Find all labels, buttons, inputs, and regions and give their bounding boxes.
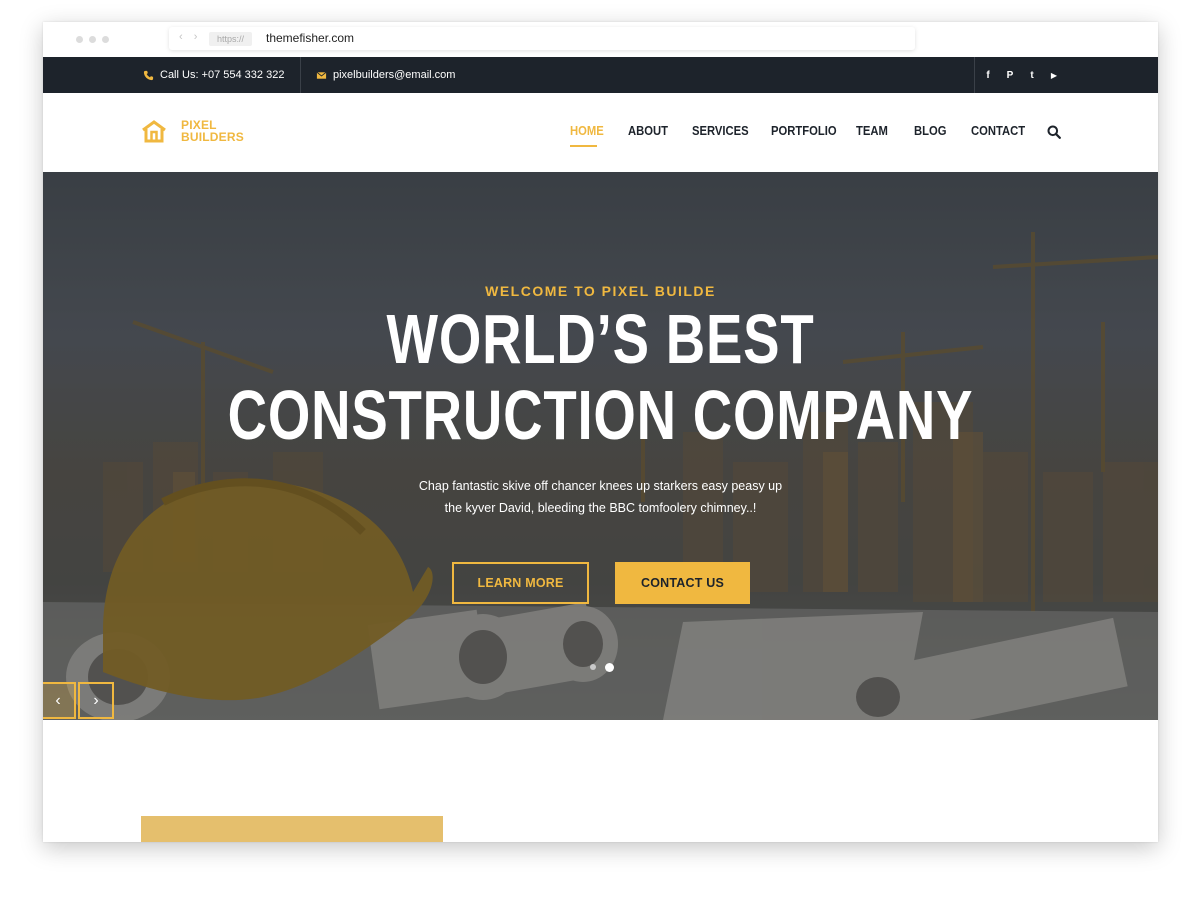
email-contact[interactable]: pixelbuilders@email.com (316, 57, 455, 93)
phone-contact[interactable]: Call Us: +07 554 332 322 (143, 57, 284, 93)
address-bar[interactable]: ‹ › https:// themefisher.com (169, 27, 915, 50)
facebook-icon[interactable]: f (977, 70, 999, 81)
slide-dot[interactable] (590, 664, 596, 670)
browser-window: ‹ › https:// themefisher.com Call Us: +0… (43, 22, 1158, 842)
envelope-icon (316, 71, 327, 79)
active-nav-underline (570, 145, 597, 147)
house-logo-icon (142, 120, 166, 143)
nav-about[interactable]: ABOUT (628, 124, 668, 138)
hero-headline-line2: CONSTRUCTION COMPANY (227, 376, 974, 454)
learn-more-button[interactable]: LEARN MORE (452, 562, 589, 604)
window-dot (89, 36, 96, 43)
window-dot (102, 36, 109, 43)
phone-icon (143, 70, 154, 80)
hero-eyebrow: WELCOME TO PIXEL BUILDE (485, 283, 716, 299)
pinterest-icon[interactable]: P (999, 70, 1021, 81)
search-icon[interactable] (1047, 125, 1061, 139)
phone-text: Call Us: +07 554 332 322 (160, 69, 285, 81)
nav-blog[interactable]: BLOG (914, 124, 946, 138)
hero-headline-line1: WORLD’S BEST (386, 300, 815, 378)
window-dot (76, 36, 83, 43)
social-links: f P t ▶ (977, 57, 1065, 93)
nav-services[interactable]: SERVICES (692, 124, 749, 138)
nav-portfolio[interactable]: PORTFOLIO (771, 124, 837, 138)
hero-slider: WELCOME TO PIXEL BUILDE WORLD’S BEST CON… (43, 172, 1158, 720)
section-accent-block (141, 816, 443, 842)
browser-chrome: ‹ › https:// themefisher.com (43, 22, 1158, 57)
email-text: pixelbuilders@email.com (333, 69, 456, 81)
browser-nav-arrows-icon[interactable]: ‹ › (179, 31, 201, 43)
slide-dot-active[interactable] (605, 663, 614, 672)
youtube-icon[interactable]: ▶ (1043, 71, 1065, 80)
url-protocol: https:// (209, 32, 253, 46)
site-logo[interactable]: PIXEL BUILDERS (141, 119, 244, 143)
top-info-bar: Call Us: +07 554 332 322 pixelbuilders@e… (43, 57, 1158, 93)
prev-slide-button[interactable]: ‹ (43, 682, 76, 719)
main-navbar: PIXEL BUILDERS HOME ABOUT SERVICES PORTF… (43, 93, 1158, 172)
hero-subtext-line2: the kyver David, bleeding the BBC tomfoo… (444, 501, 757, 515)
nav-contact[interactable]: CONTACT (971, 124, 1025, 138)
hero-subtext-line1: Chap fantastic skive off chancer knees u… (418, 479, 783, 493)
nav-team[interactable]: TEAM (856, 124, 888, 138)
divider (974, 57, 975, 93)
url-text[interactable]: themefisher.com (266, 31, 354, 45)
logo-text-line2: BUILDERS (181, 130, 244, 144)
contact-us-button[interactable]: CONTACT US (615, 562, 750, 604)
divider (300, 57, 301, 93)
twitter-icon[interactable]: t (1021, 70, 1043, 81)
chevron-left-icon: ‹ (55, 691, 61, 709)
chevron-right-icon: › (93, 691, 99, 709)
nav-home[interactable]: HOME (570, 124, 604, 138)
next-slide-button[interactable]: › (78, 682, 114, 719)
